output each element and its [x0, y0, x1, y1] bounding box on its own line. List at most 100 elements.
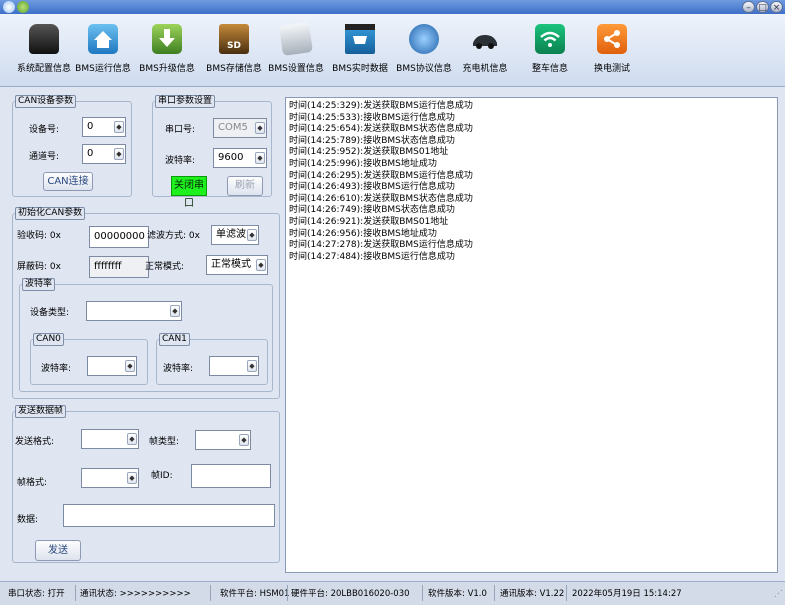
message-log[interactable]: 时间(14:25:329):发送获取BMS运行信息成功 时间(14:25:533…	[285, 97, 778, 573]
log-line: 时间(14:25:952):发送获取BMS01地址	[289, 147, 449, 158]
log-line: 时间(14:25:789):接收BMS状态信息成功	[289, 135, 455, 146]
tool-charger[interactable]: 充电机信息	[460, 24, 510, 79]
download-icon	[152, 24, 182, 54]
wifi-icon	[535, 24, 565, 54]
tool-bms-realtime[interactable]: BMS实时数据	[330, 24, 390, 79]
serial-params-legend: 串口参数设置	[155, 95, 216, 108]
can1-legend: CAN1	[159, 333, 190, 346]
mask-code-input[interactable]: ffffffff	[89, 256, 149, 278]
datetime: 2022年05月19日 15:14:27	[572, 589, 682, 599]
frame-format-select[interactable]: ◆	[81, 468, 139, 488]
main-content: CAN设备参数 设备号: 0 ◆ 通道号: 0 ◆ CAN连接 串口参数设置 串…	[0, 87, 785, 581]
tool-swap-test[interactable]: 换电测试	[587, 24, 637, 79]
send-format-select[interactable]: ◆	[81, 429, 139, 449]
serial-baud-value: 9600	[218, 152, 244, 163]
share-icon	[597, 24, 627, 54]
device-type-label: 设备类型:	[30, 308, 70, 318]
car-icon	[29, 24, 59, 54]
spin-icon[interactable]: ◆	[247, 360, 257, 372]
device-type-select[interactable]: ◆	[86, 301, 182, 321]
spin-icon[interactable]: ◆	[256, 259, 266, 271]
frame-id-input[interactable]	[191, 464, 271, 488]
spin-icon[interactable]: ◆	[125, 360, 135, 372]
minimize-button[interactable]: –	[742, 1, 755, 13]
app-icon	[3, 1, 15, 13]
tool-label: BMS运行信息	[75, 64, 131, 74]
spin-icon[interactable]: ◆	[255, 152, 265, 164]
tool-label: 系统配置信息	[16, 64, 71, 74]
settings-icon	[17, 1, 29, 13]
log-line: 时间(14:25:329):发送获取BMS运行信息成功	[289, 101, 473, 111]
refresh-button[interactable]: 刷新	[227, 176, 263, 196]
divider	[422, 585, 423, 601]
home-icon	[88, 24, 118, 54]
serial-params-group: 串口参数设置 串口号: COM5 ◆ 波特率: 9600 ◆ 关闭串口 刷新	[152, 95, 272, 209]
spin-icon[interactable]: ◆	[239, 434, 249, 446]
can-connect-button[interactable]: CAN连接	[43, 172, 93, 191]
serial-port-label: 串口号:	[165, 125, 196, 135]
normal-mode-select[interactable]: 正常模式 ◆	[206, 255, 268, 275]
spin-icon[interactable]: ◆	[114, 148, 124, 160]
frame-id-label: 帧ID:	[151, 471, 173, 481]
tool-label: BMS实时数据	[332, 64, 388, 74]
log-line: 时间(14:26:493):接收BMS运行信息成功	[289, 182, 455, 193]
tool-bms-settings[interactable]: BMS设置信息	[266, 22, 326, 79]
channel-number-select[interactable]: 0 ◆	[82, 144, 126, 164]
mask-code-value: ffffffff	[94, 261, 122, 272]
tool-label: 整车信息	[531, 64, 568, 74]
can0-legend: CAN0	[33, 333, 64, 346]
can1-baud-select[interactable]: ◆	[209, 356, 259, 376]
device-number-select[interactable]: 0 ◆	[82, 117, 126, 137]
accept-code-input[interactable]: 00000000	[89, 226, 149, 248]
send-frame-group: 发送数据帧 发送格式: ◆ 帧类型: ◆ 帧格式: ◆ 帧ID: 数据: 发送	[12, 405, 280, 563]
software-version: 软件版本: V1.0	[428, 589, 487, 599]
tool-bms-run[interactable]: BMS运行信息	[73, 24, 133, 79]
log-line: 时间(14:25:996):接收BMS地址成功	[289, 158, 437, 169]
divider	[566, 585, 567, 601]
spin-icon[interactable]: ◆	[247, 229, 257, 241]
baud-rate-legend: 波特率	[22, 278, 56, 291]
can0-baud-label: 波特率:	[41, 364, 72, 374]
spin-icon[interactable]: ◆	[127, 433, 137, 445]
filter-mode-value: 单滤波	[216, 229, 246, 240]
serial-port-select[interactable]: COM5 ◆	[213, 118, 267, 138]
title-bar: – □ ×	[0, 0, 785, 14]
close-button[interactable]: ×	[770, 1, 783, 13]
close-serial-button[interactable]: 关闭串口	[171, 176, 207, 209]
channel-number-value: 0	[87, 148, 94, 159]
tool-bms-storage[interactable]: SD BMS存储信息	[203, 24, 265, 79]
maximize-button[interactable]: □	[756, 1, 769, 13]
serial-status: 串口状态: 打开	[8, 589, 65, 599]
sd-card-icon: SD	[219, 24, 249, 54]
filter-mode-select[interactable]: 单滤波 ◆	[211, 225, 259, 245]
can1-group: CAN1 波特率: ◆	[156, 333, 268, 385]
send-frame-legend: 发送数据帧	[15, 405, 67, 418]
tool-label: BMS存储信息	[206, 64, 262, 74]
frame-type-select[interactable]: ◆	[195, 430, 251, 450]
spin-icon[interactable]: ◆	[255, 122, 265, 134]
can0-group: CAN0 波特率: ◆	[30, 333, 148, 385]
resize-grip-icon[interactable]: ⋰	[774, 589, 783, 599]
divider	[287, 585, 288, 601]
serial-baud-select[interactable]: 9600 ◆	[213, 148, 267, 168]
tool-bms-protocol[interactable]: BMS协议信息	[394, 24, 454, 79]
tool-system-config[interactable]: 系统配置信息	[14, 24, 74, 79]
spin-icon[interactable]: ◆	[114, 121, 124, 133]
log-line: 时间(14:26:610):发送获取BMS状态信息成功	[289, 193, 473, 204]
spin-icon[interactable]: ◆	[170, 305, 180, 317]
baud-rate-group: 波特率 设备类型: ◆ CAN0 波特率: ◆ CAN1 波特率: ◆	[19, 278, 273, 392]
normal-mode-value: 正常模式	[211, 259, 251, 270]
send-button[interactable]: 发送	[35, 540, 81, 561]
tool-label: 换电测试	[593, 64, 630, 74]
log-line: 时间(14:26:295):发送获取BMS运行信息成功	[289, 170, 473, 181]
device-number-value: 0	[87, 121, 94, 132]
frame-type-label: 帧类型:	[149, 437, 180, 447]
tool-bms-upgrade[interactable]: BMS升级信息	[137, 24, 197, 79]
data-input[interactable]	[63, 504, 275, 527]
tool-vehicle[interactable]: 整车信息	[525, 24, 575, 79]
amazon-cart-icon	[345, 24, 375, 54]
spin-icon[interactable]: ◆	[127, 472, 137, 484]
can0-baud-select[interactable]: ◆	[87, 356, 137, 376]
accept-code-value: 00000000	[94, 231, 145, 242]
hardware-platform: 硬件平台: 20LBB016020-030	[291, 589, 410, 599]
